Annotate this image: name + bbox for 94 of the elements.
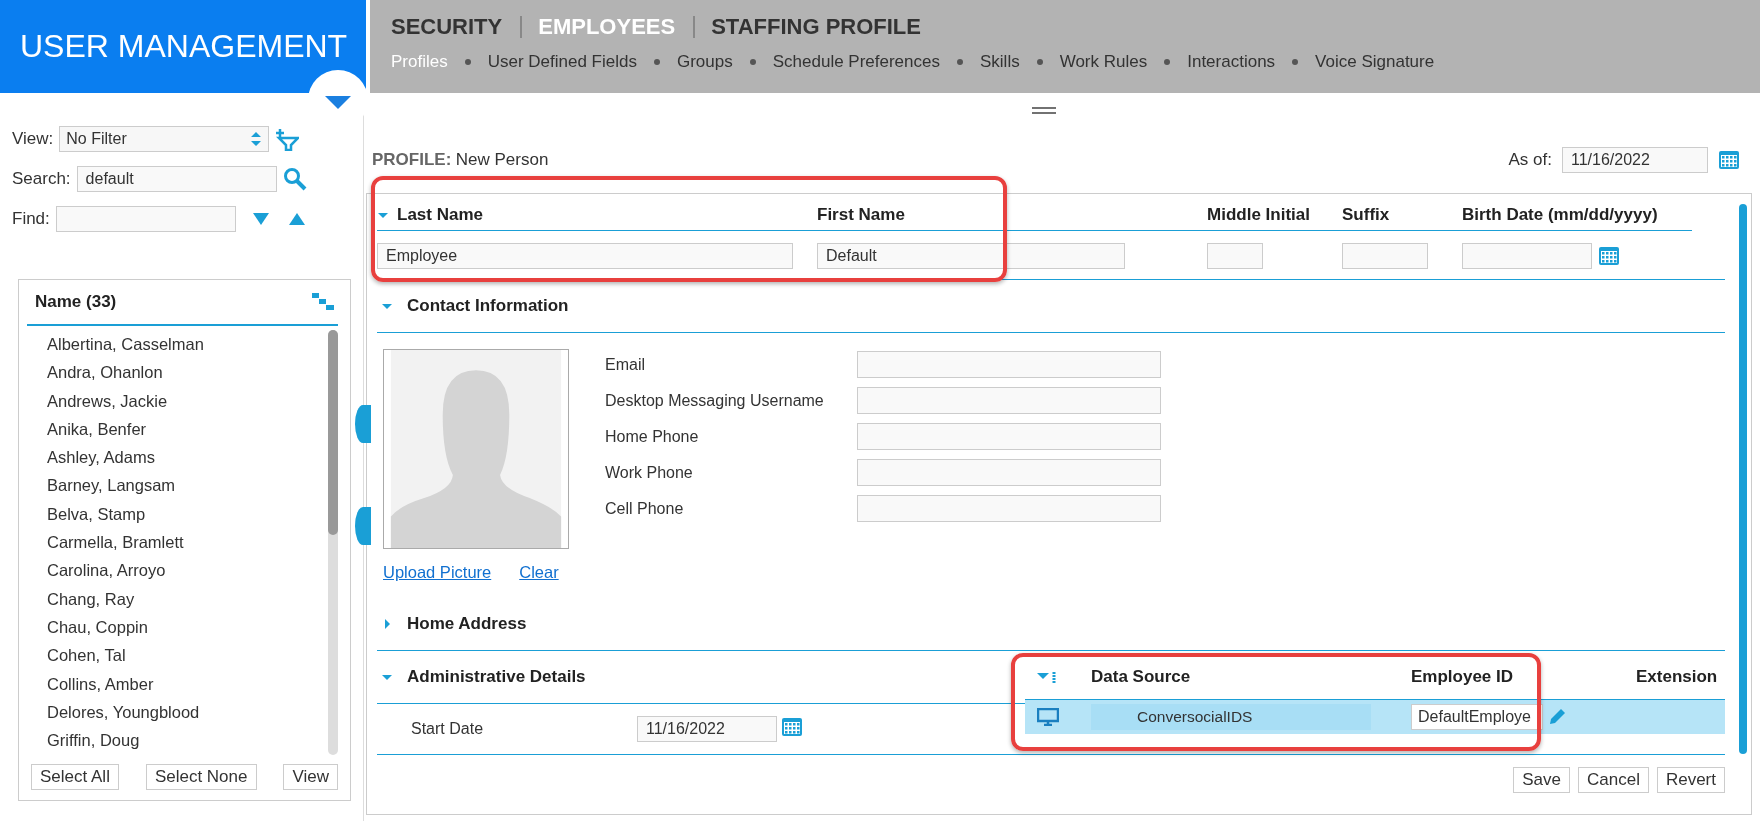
top-tab[interactable]: SECURITY <box>386 16 521 38</box>
list-button[interactable]: Select All <box>31 764 119 790</box>
sub-tab[interactable]: Schedule Preferences <box>772 52 940 72</box>
start-date-field[interactable]: 11/16/2022 <box>637 716 777 742</box>
section-title: Administrative Details <box>407 667 586 687</box>
sub-tab[interactable]: Work Rules <box>1059 52 1148 72</box>
sub-tab[interactable]: Interactions <box>1187 52 1276 72</box>
find-next-icon[interactable] <box>251 212 270 226</box>
column-header: Suffix <box>1342 205 1390 225</box>
name-list-item[interactable]: Delores, Youngblood <box>47 697 328 727</box>
field-label: Cell Phone <box>605 499 685 518</box>
sub-tab[interactable]: User Defined Fields <box>487 52 637 72</box>
as-of-date-field[interactable]: 11/16/2022 <box>1562 147 1708 173</box>
link[interactable]: Clear <box>519 563 559 582</box>
name-list-item[interactable]: Collins, Amber <box>47 669 328 698</box>
column-header: Last Name <box>397 205 483 225</box>
name-field[interactable] <box>1342 243 1428 269</box>
search-label: Search: <box>12 169 71 189</box>
name-list-item[interactable]: Cohen, Tal <box>47 641 328 670</box>
link[interactable]: Upload Picture <box>383 563 492 582</box>
action-button[interactable]: Cancel <box>1578 767 1649 793</box>
action-button[interactable]: Save <box>1513 767 1570 793</box>
person-silhouette-icon <box>383 349 569 549</box>
expand-handle[interactable] <box>355 507 371 545</box>
calendar-icon[interactable] <box>1598 246 1620 266</box>
employee-id-field[interactable]: DefaultEmploye <box>1411 704 1543 730</box>
contact-field[interactable] <box>857 423 1161 450</box>
table-cell: ConversocialIDS <box>1091 704 1371 730</box>
action-button[interactable]: Revert <box>1656 767 1725 793</box>
search-icon[interactable] <box>282 167 307 191</box>
section-title: Home Address <box>407 614 527 634</box>
sub-tab[interactable]: Groups <box>676 52 733 72</box>
app-title: USER MANAGEMENT <box>20 28 348 65</box>
profile-label: PROFILE: <box>372 150 452 169</box>
name-field[interactable] <box>1207 243 1263 269</box>
list-button[interactable]: Select None <box>145 764 257 790</box>
name-list-item[interactable]: Barney, Langsam <box>47 471 328 500</box>
field-label: Desktop Messaging Username <box>605 391 825 410</box>
column-header: Extension <box>1636 667 1719 687</box>
drag-handle-icon[interactable] <box>1032 107 1056 115</box>
calendar-icon[interactable] <box>1718 150 1740 170</box>
sort-arrows-icon <box>250 131 263 147</box>
section-title: Contact Information <box>407 296 569 316</box>
field-label: Work Phone <box>605 463 694 482</box>
name-list-item[interactable]: Griffin, Doug <box>47 726 328 755</box>
column-header: Birth Date (mm/dd/yyyy) <box>1462 205 1658 225</box>
name-field[interactable]: Employee <box>377 243 793 269</box>
monitor-icon <box>1037 708 1059 726</box>
column-header: First Name <box>817 205 905 225</box>
scrollbar[interactable] <box>328 330 338 755</box>
name-list-item[interactable]: Albertina, Casselman <box>47 330 328 359</box>
column-header: Data Source <box>1091 667 1192 687</box>
contact-field[interactable] <box>857 495 1161 522</box>
hierarchy-icon[interactable] <box>312 293 334 311</box>
name-list-item[interactable]: Chau, Coppin <box>47 612 328 642</box>
name-list-item[interactable]: Chang, Ray <box>47 584 328 613</box>
table-row[interactable]: ConversocialIDS DefaultEmploye <box>1025 700 1725 734</box>
top-tab[interactable]: STAFFING PROFILE <box>693 16 939 38</box>
find-label: Find: <box>12 209 50 229</box>
name-list-item[interactable]: Andra, Ohanlon <box>47 358 328 387</box>
as-of-label: As of: <box>1508 150 1552 170</box>
list-button[interactable]: View <box>283 764 338 790</box>
sub-tab[interactable]: Skills <box>980 52 1020 72</box>
view-label: View: <box>12 129 54 149</box>
name-list-item[interactable]: Andrews, Jackie <box>47 386 328 415</box>
name-list-item[interactable]: Ashley, Adams <box>47 443 328 472</box>
search-field[interactable]: default <box>76 166 277 192</box>
profile-name: New Person <box>455 150 549 169</box>
contact-field[interactable] <box>857 387 1161 414</box>
collapse-handle[interactable] <box>355 405 371 443</box>
calendar-icon[interactable] <box>781 717 803 737</box>
contact-field[interactable] <box>857 351 1161 378</box>
name-list-item[interactable]: Carolina, Arroyo <box>47 556 328 585</box>
scrollbar[interactable] <box>1739 204 1747 754</box>
field-label: Start Date <box>411 720 485 738</box>
column-menu-icon[interactable] <box>1037 670 1059 684</box>
name-list-item[interactable]: Belva, Stamp <box>47 499 328 529</box>
caret-down-icon <box>325 96 351 110</box>
find-previous-icon[interactable] <box>287 212 306 226</box>
field-label: Email <box>605 355 646 374</box>
find-field[interactable] <box>55 206 236 232</box>
name-list-item[interactable]: Anika, Benfer <box>47 414 328 444</box>
name-field[interactable] <box>1462 243 1592 269</box>
sub-tab[interactable]: Voice Signature <box>1315 52 1435 72</box>
view-select[interactable]: No Filter <box>59 126 270 152</box>
name-field[interactable]: Default <box>817 243 1125 269</box>
list-header: Name (33) <box>35 292 117 312</box>
name-list-item[interactable]: Carmella, Bramlett <box>47 528 328 557</box>
contact-field[interactable] <box>857 459 1161 486</box>
add-filter-icon[interactable] <box>275 127 300 151</box>
column-header: Employee ID <box>1411 667 1515 687</box>
pencil-icon[interactable] <box>1547 707 1567 727</box>
column-header: Middle Initial <box>1207 205 1310 225</box>
field-label: Home Phone <box>605 427 700 446</box>
